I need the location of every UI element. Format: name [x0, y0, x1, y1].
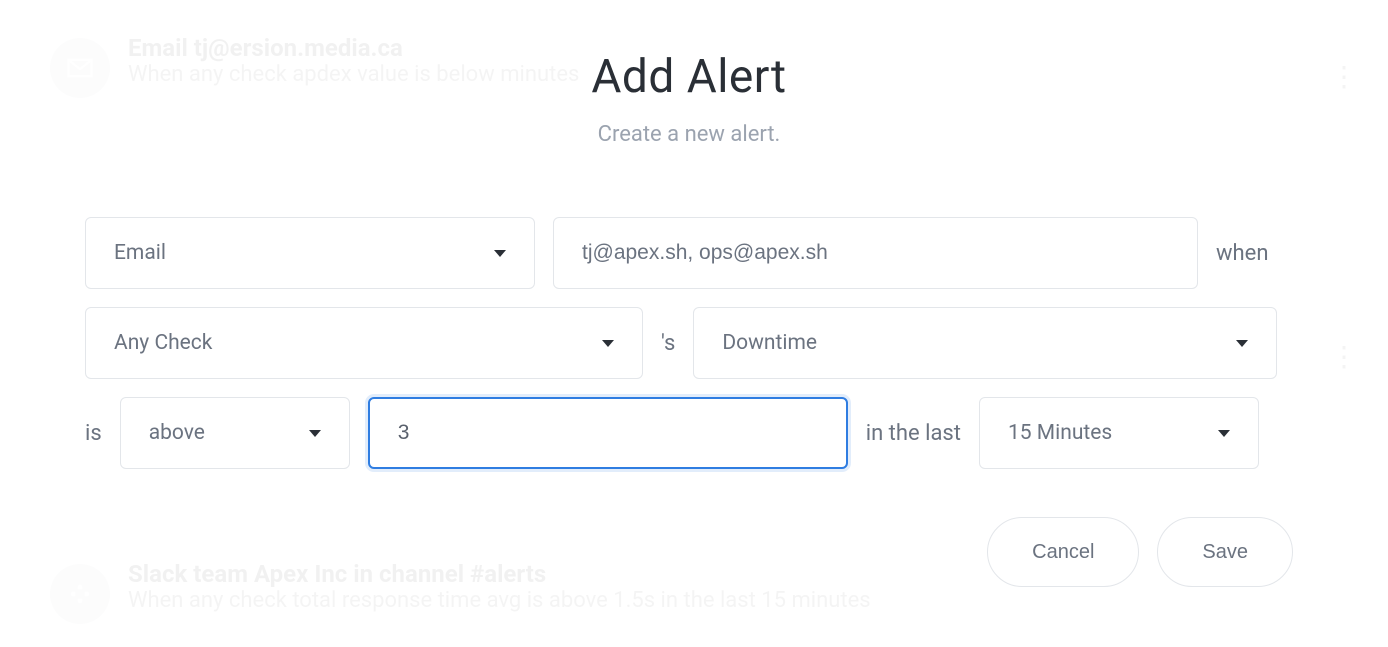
- in-last-label: in the last: [866, 421, 961, 446]
- modal-title: Add Alert: [85, 50, 1293, 104]
- timeframe-select[interactable]: 15 Minutes: [979, 397, 1259, 469]
- recipients-input[interactable]: [582, 218, 1169, 288]
- channel-select-value: Email: [114, 241, 166, 265]
- comparator-select-value: above: [149, 421, 205, 445]
- chevron-down-icon: [309, 430, 321, 437]
- is-label: is: [85, 421, 102, 446]
- threshold-input[interactable]: [398, 399, 818, 467]
- metric-select-value: Downtime: [722, 331, 817, 355]
- save-button[interactable]: Save: [1157, 517, 1293, 587]
- timeframe-select-value: 15 Minutes: [1008, 421, 1112, 445]
- check-select[interactable]: Any Check: [85, 307, 643, 379]
- threshold-input-wrapper: [368, 397, 848, 469]
- chevron-down-icon: [1218, 430, 1230, 437]
- chevron-down-icon: [494, 250, 506, 257]
- check-select-value: Any Check: [114, 331, 212, 355]
- comparator-select[interactable]: above: [120, 397, 350, 469]
- modal-subtitle: Create a new alert.: [85, 122, 1293, 147]
- chevron-down-icon: [602, 340, 614, 347]
- channel-select[interactable]: Email: [85, 217, 535, 289]
- chevron-down-icon: [1236, 340, 1248, 347]
- when-label: when: [1216, 241, 1268, 266]
- modal-actions: Cancel Save: [85, 517, 1293, 587]
- add-alert-modal: Add Alert Create a new alert. Email when…: [0, 0, 1388, 647]
- possessive-label: 's: [661, 331, 675, 356]
- metric-select[interactable]: Downtime: [693, 307, 1277, 379]
- recipients-input-wrapper: [553, 217, 1198, 289]
- cancel-button[interactable]: Cancel: [987, 517, 1139, 587]
